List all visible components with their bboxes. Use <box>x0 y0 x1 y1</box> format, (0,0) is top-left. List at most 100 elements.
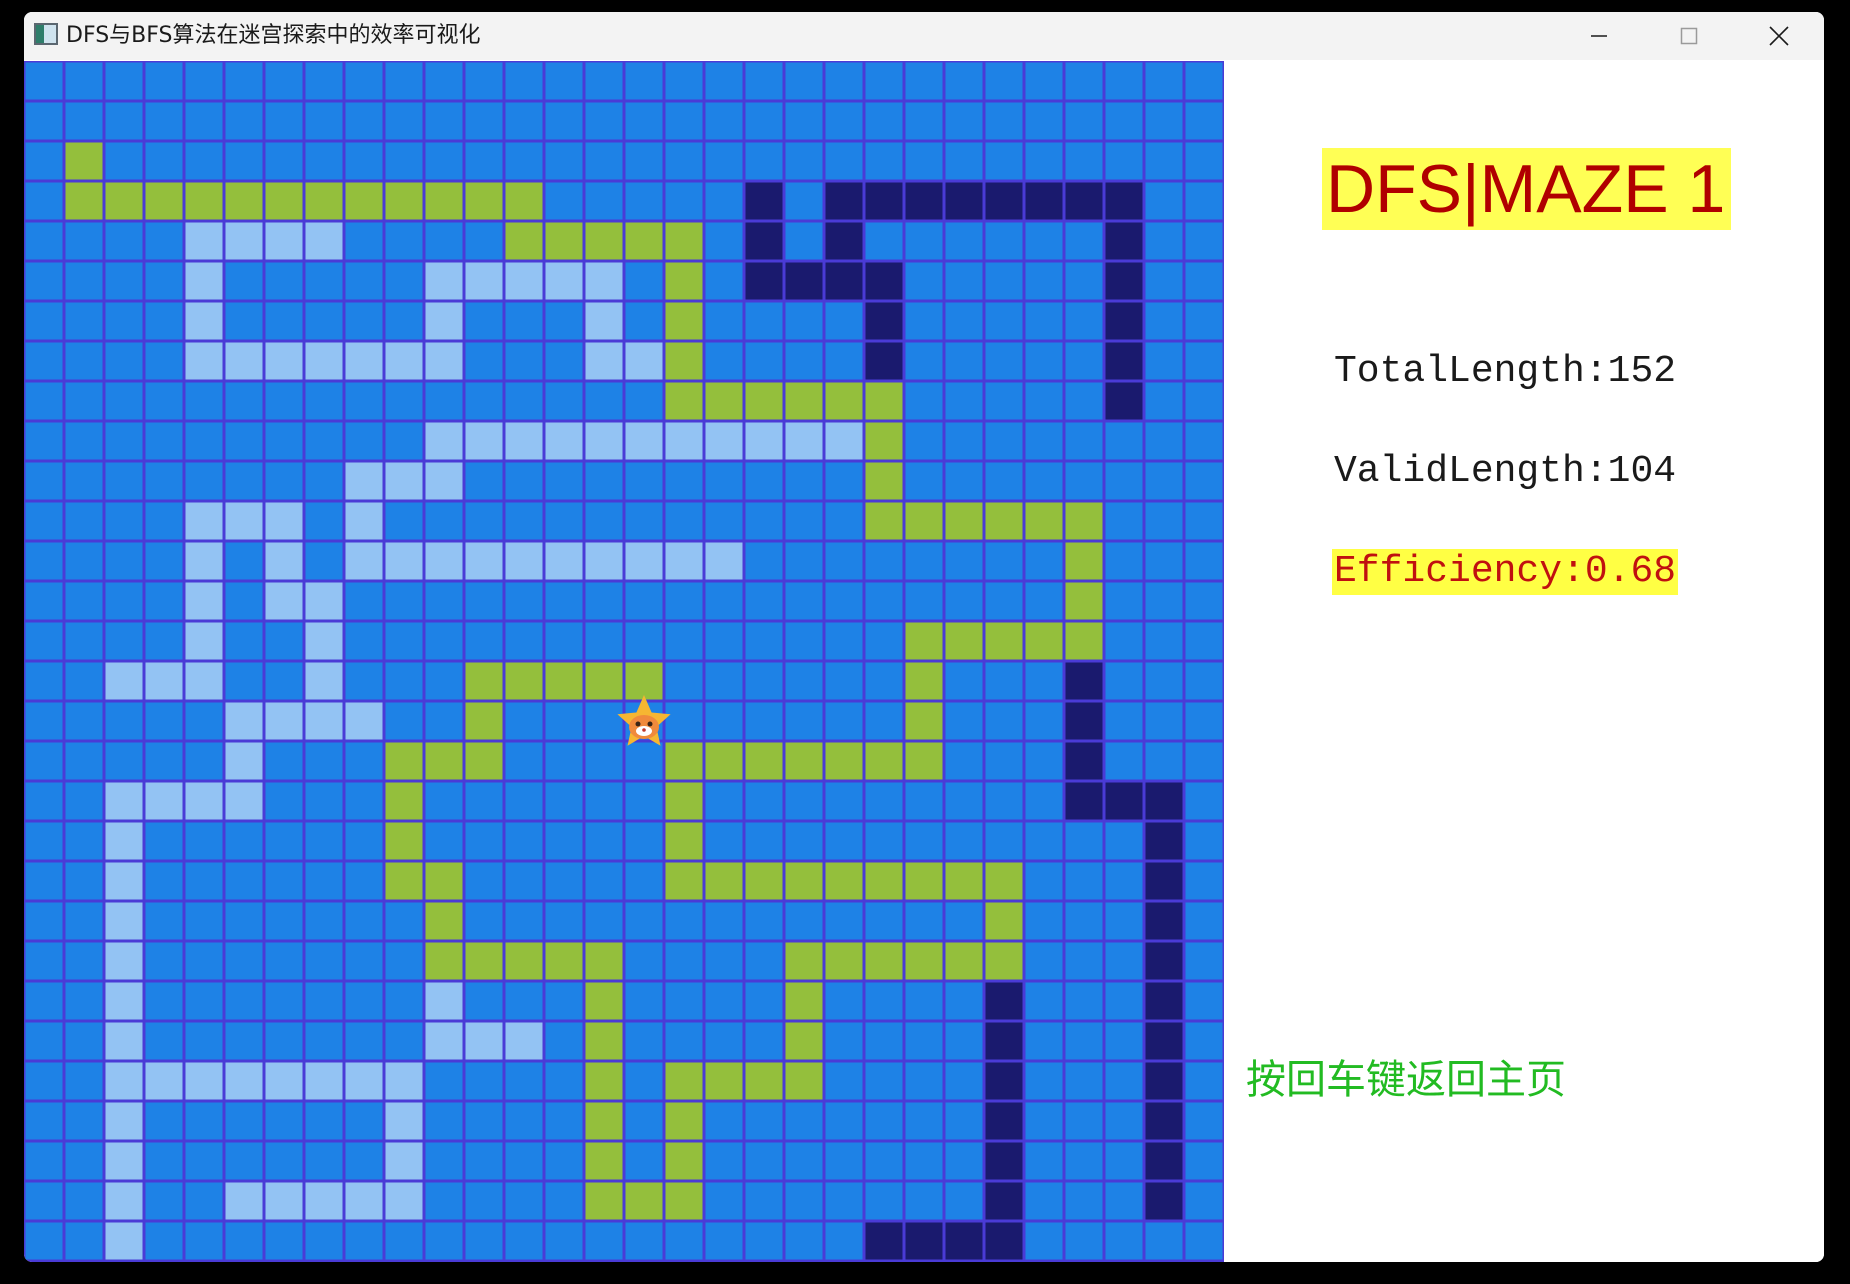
maze-cell-empty <box>225 582 263 620</box>
maze-cell-empty <box>1065 1102 1103 1140</box>
maze-cell-path <box>905 942 943 980</box>
maze-cell-path <box>985 862 1023 900</box>
maze-cell-empty <box>785 62 823 100</box>
maze-cell-empty <box>865 982 903 1020</box>
maze-cell-empty <box>505 822 543 860</box>
maze-cell-empty <box>1025 862 1063 900</box>
maze-cell-path <box>345 182 383 220</box>
title-bar[interactable]: DFS与BFS算法在迷宫探索中的效率可视化 <box>24 12 1824 60</box>
maze-cell-visited <box>225 342 263 380</box>
maze-cell-empty <box>225 422 263 460</box>
maze-title: DFS|MAZE 1 <box>1322 148 1732 230</box>
maze-cell-empty <box>825 622 863 660</box>
maze-cell-empty <box>745 1182 783 1220</box>
maze-cell-visited <box>545 422 583 460</box>
maze-cell-empty <box>265 462 303 500</box>
maze-cell-empty <box>865 1102 903 1140</box>
maze-cell-dead-end <box>985 182 1023 220</box>
maze-cell-empty <box>505 342 543 380</box>
maze-cell-empty <box>905 1062 943 1100</box>
maze-cell-empty <box>145 382 183 420</box>
maze-cell-empty <box>145 342 183 380</box>
maze-cell-empty <box>1185 582 1223 620</box>
maze-cell-empty <box>545 1142 583 1180</box>
maze-cell-empty <box>425 662 463 700</box>
maze-cell-empty <box>65 742 103 780</box>
maze-cell-empty <box>1025 782 1063 820</box>
maze-cell-empty <box>425 822 463 860</box>
maze-cell-empty <box>785 222 823 260</box>
maze-cell-path <box>665 1062 703 1100</box>
maze-cell-empty <box>145 1182 183 1220</box>
maze-cell-path <box>585 982 623 1020</box>
maze-cell-empty <box>385 382 423 420</box>
maze-cell-empty <box>905 982 943 1020</box>
maze-cell-empty <box>945 342 983 380</box>
maze-cell-empty <box>65 382 103 420</box>
minimize-button[interactable] <box>1554 12 1644 60</box>
maze-cell-path <box>865 862 903 900</box>
maze-cell-empty <box>945 62 983 100</box>
maze-cell-empty <box>465 902 503 940</box>
maze-cell-empty <box>1105 702 1143 740</box>
maze-cell-empty <box>305 262 343 300</box>
maze-cell-empty <box>545 142 583 180</box>
maze-cell-empty <box>1185 742 1223 780</box>
close-button[interactable] <box>1734 12 1824 60</box>
maze-cell-empty <box>385 582 423 620</box>
maze-cell-visited <box>305 1182 343 1220</box>
maze-cell-empty <box>185 142 223 180</box>
maze-cell-empty <box>745 982 783 1020</box>
maze-cell-empty <box>1065 1222 1103 1260</box>
maximize-button[interactable] <box>1644 12 1734 60</box>
maze-cell-empty <box>1105 902 1143 940</box>
maze-cell-empty <box>985 742 1023 780</box>
maze-cell-dead-end <box>1145 902 1183 940</box>
maze-cell-path <box>865 742 903 780</box>
maze-cell-empty <box>345 1142 383 1180</box>
maze-cell-empty <box>145 502 183 540</box>
maze-cell-empty <box>505 502 543 540</box>
maze-cell-empty <box>265 1022 303 1060</box>
maze-cell-empty <box>345 422 383 460</box>
maze-cell-empty <box>745 902 783 940</box>
maze-cell-visited <box>185 622 223 660</box>
maze-cell-path <box>185 182 223 220</box>
maze-cell-empty <box>65 502 103 540</box>
maze-cell-empty <box>425 782 463 820</box>
maze-cell-empty <box>1185 302 1223 340</box>
maze-cell-visited <box>385 342 423 380</box>
maze-cell-empty <box>185 702 223 740</box>
maze-cell-visited <box>505 542 543 580</box>
maze-cell-path <box>825 382 863 420</box>
maze-cell-empty <box>1145 302 1183 340</box>
maze-cell-empty <box>305 542 343 580</box>
maze-cell-empty <box>705 222 743 260</box>
maze-cell-empty <box>425 622 463 660</box>
maze-cell-visited <box>185 582 223 620</box>
maze-cell-path <box>625 1182 663 1220</box>
maze-cell-visited <box>585 262 623 300</box>
maze-cell-empty <box>945 822 983 860</box>
maze-cell-visited <box>345 542 383 580</box>
maze-cell-empty <box>1025 582 1063 620</box>
maze-cell-path <box>665 302 703 340</box>
maze-cell-path <box>65 142 103 180</box>
maze-cell-empty <box>465 102 503 140</box>
maze-cell-empty <box>785 1182 823 1220</box>
window-title: DFS与BFS算法在迷宫探索中的效率可视化 <box>66 23 481 48</box>
maze-cell-path <box>905 502 943 540</box>
maze-cell-path <box>625 222 663 260</box>
maze-cell-empty <box>705 622 743 660</box>
maze-cell-path <box>585 662 623 700</box>
maze-cell-visited <box>585 542 623 580</box>
maze-cell-visited <box>345 1062 383 1100</box>
maze-cell-visited <box>105 662 143 700</box>
maze-cell-empty <box>825 662 863 700</box>
maze-cell-visited <box>345 342 383 380</box>
maze-cell-empty <box>825 1182 863 1220</box>
maze-cell-empty <box>985 222 1023 260</box>
maze-cell-empty <box>305 742 343 780</box>
maze-cell-dead-end <box>825 222 863 260</box>
maze-cell-path <box>625 662 663 700</box>
